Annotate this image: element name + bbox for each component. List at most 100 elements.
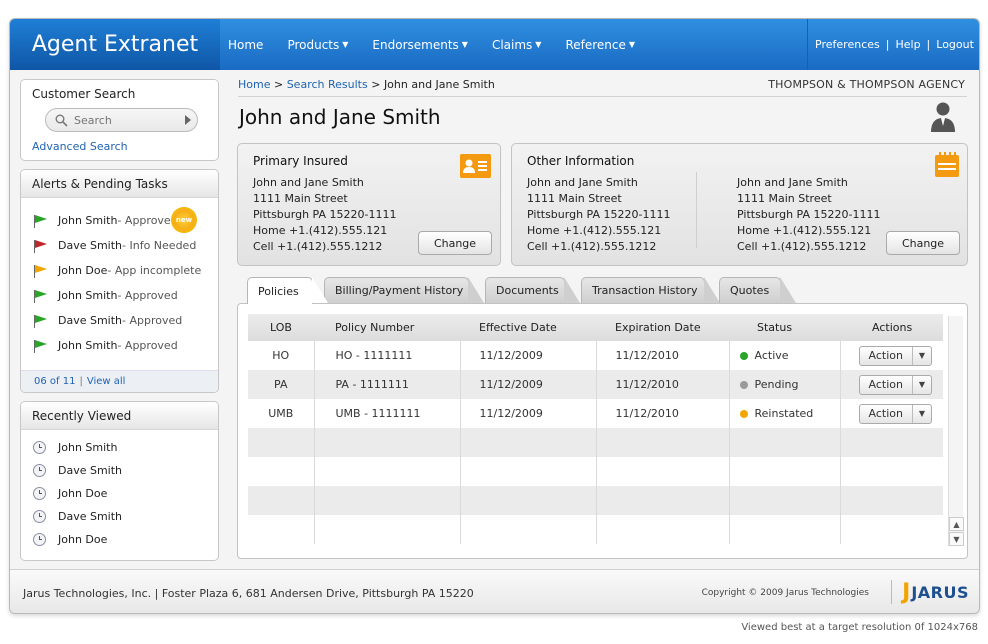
status-dot-icon <box>739 410 748 418</box>
table-row[interactable]: HO HO - 1111111 11/12/2009 11/12/2010 Active… <box>248 341 943 370</box>
action-label: Action <box>860 346 913 365</box>
person-icon <box>931 102 955 132</box>
alert-name: John Smith <box>58 339 118 352</box>
search-input[interactable] <box>74 113 174 127</box>
cell-policy-number[interactable]: UMB - 1111111 <box>314 399 461 428</box>
recent-item[interactable]: Dave Smith <box>21 505 218 528</box>
cell-policy-number[interactable]: PA - 1111111 <box>314 370 461 399</box>
tab-policies[interactable]: Policies <box>247 277 328 304</box>
empty-cell <box>460 428 597 457</box>
chevron-down-icon[interactable]: ▼ <box>913 405 931 423</box>
flag-icon <box>31 289 49 303</box>
alert-item[interactable]: John Doe - App incomplete <box>21 258 218 283</box>
recent-item[interactable]: Dave Smith <box>21 459 218 482</box>
new-badge: new <box>173 209 195 231</box>
address-line: Cell +1.(412).555.1212 <box>253 240 383 253</box>
nav-home[interactable]: Home <box>228 38 263 52</box>
action-dropdown-button[interactable]: Action ▼ <box>858 345 932 366</box>
chevron-down-icon[interactable]: ▼ <box>913 347 931 365</box>
footer: Jarus Technologies, Inc. | Foster Plaza … <box>10 569 979 613</box>
view-all-link[interactable]: View all <box>87 376 126 387</box>
logout-link[interactable]: Logout <box>936 38 974 51</box>
table-row-empty <box>248 457 943 486</box>
alerts-count[interactable]: 06 of 11 <box>34 376 75 387</box>
address-line: Cell +1.(412).555.1212 <box>527 240 657 253</box>
alert-name: Dave Smith <box>58 239 123 252</box>
table-row[interactable]: PA PA - 1111111 11/12/2009 11/12/2010 Pendin… <box>248 370 943 399</box>
col-header-policy-number[interactable]: Policy Number <box>314 314 460 341</box>
alert-status: - Approved <box>117 339 178 352</box>
empty-cell <box>460 486 597 515</box>
empty-cell <box>248 486 315 515</box>
alert-item[interactable]: Dave Smith - Info Needed <box>21 233 218 258</box>
recent-list: John Smith Dave Smith John Doe Dave Smith Jo… <box>21 430 218 551</box>
recently-viewed-panel: Recently Viewed John Smith Dave Smith John… <box>20 401 219 561</box>
alert-item[interactable]: John Smith - Approved new <box>21 208 218 233</box>
tab-transaction-history[interactable]: Transaction History <box>581 277 720 303</box>
breadcrumb-home[interactable]: Home <box>238 78 270 91</box>
breadcrumb-search-results[interactable]: Search Results <box>287 78 368 91</box>
scroll-down-icon[interactable]: ▼ <box>949 532 964 546</box>
nav-reference[interactable]: Reference ▼ <box>565 38 635 52</box>
other-address-col2: John and Jane Smith 1111 Main Street Pit… <box>737 175 880 255</box>
preferences-link[interactable]: Preferences <box>815 38 880 51</box>
search-box[interactable] <box>45 108 198 132</box>
table-row[interactable]: UMB UMB - 1111111 11/12/2009 11/12/2010 Rein… <box>248 399 943 428</box>
col-header-actions: Actions <box>840 314 943 341</box>
alert-item[interactable]: John Smith - Approved <box>21 333 218 358</box>
alert-item[interactable]: Dave Smith - Approved <box>21 308 218 333</box>
divider <box>696 172 697 248</box>
breadcrumb: Home > Search Results > John and Jane Sm… <box>238 78 495 91</box>
top-header: Agent Extranet Home Products ▼ Endorsemen… <box>10 19 979 70</box>
brand-logo[interactable]: Agent Extranet <box>10 19 220 70</box>
cell-lob: UMB <box>248 399 315 428</box>
nav-claims[interactable]: Claims ▼ <box>492 38 542 52</box>
col-header-effective-date[interactable]: Effective Date <box>460 314 596 341</box>
action-dropdown-button[interactable]: Action ▼ <box>858 403 932 424</box>
empty-cell <box>314 428 461 457</box>
advanced-search-link[interactable]: Advanced Search <box>32 140 128 153</box>
table-header-row: LOB Policy Number Effective Date Expirat… <box>248 314 943 341</box>
address-line: Home +1.(412).555.121 <box>527 224 662 237</box>
col-header-status[interactable]: Status <box>729 314 840 341</box>
change-other-button[interactable]: Change <box>886 231 960 255</box>
utility-links: Preferences | Help | Logout <box>807 19 979 70</box>
policies-panel: LOB Policy Number Effective Date Expirat… <box>237 303 968 559</box>
recent-item[interactable]: John Doe <box>21 528 218 551</box>
recent-name: John Doe <box>58 487 108 500</box>
empty-cell <box>840 428 943 457</box>
address-line: John and Jane Smith <box>737 176 848 189</box>
tab-documents[interactable]: Documents <box>485 277 580 303</box>
action-dropdown-button[interactable]: Action ▼ <box>858 374 932 395</box>
change-primary-button[interactable]: Change <box>418 231 492 255</box>
cell-policy-number[interactable]: HO - 1111111 <box>314 341 461 370</box>
search-go-icon[interactable] <box>185 115 191 125</box>
alert-status: - Approved <box>117 214 178 227</box>
empty-cell <box>460 515 597 544</box>
recent-item[interactable]: John Doe <box>21 482 218 505</box>
tab-billing-payment-history[interactable]: Billing/Payment History <box>324 277 484 303</box>
primary-insured-card: Primary Insured John and Jane Smith 1111… <box>237 143 501 266</box>
status-dot-icon <box>739 352 748 360</box>
cell-status: Pending <box>729 370 841 399</box>
caret-down-icon: ▼ <box>461 40 468 49</box>
col-header-expiration-date[interactable]: Expiration Date <box>596 314 729 341</box>
tab-quotes[interactable]: Quotes <box>719 277 796 303</box>
nav-endorsements[interactable]: Endorsements ▼ <box>372 38 468 52</box>
resolution-note: Viewed best at a target resolution 0f 10… <box>741 622 978 633</box>
agency-name: THOMPSON & THOMPSON AGENCY <box>768 78 965 91</box>
vertical-scrollbar[interactable]: ▲ ▼ <box>948 316 964 546</box>
alert-item[interactable]: John Smith - Approved <box>21 283 218 308</box>
help-link[interactable]: Help <box>895 38 920 51</box>
scroll-up-icon[interactable]: ▲ <box>949 517 964 531</box>
nav-products[interactable]: Products ▼ <box>287 38 348 52</box>
recent-item[interactable]: John Smith <box>21 436 218 459</box>
chevron-down-icon[interactable]: ▼ <box>913 376 931 394</box>
empty-cell <box>314 515 461 544</box>
cell-expiration-date: 11/12/2010 <box>596 341 730 370</box>
empty-cell <box>596 428 730 457</box>
flag-icon <box>31 264 49 278</box>
col-header-lob[interactable]: LOB <box>248 314 314 341</box>
alert-name: John Smith <box>58 214 118 227</box>
cell-lob: PA <box>248 370 315 399</box>
